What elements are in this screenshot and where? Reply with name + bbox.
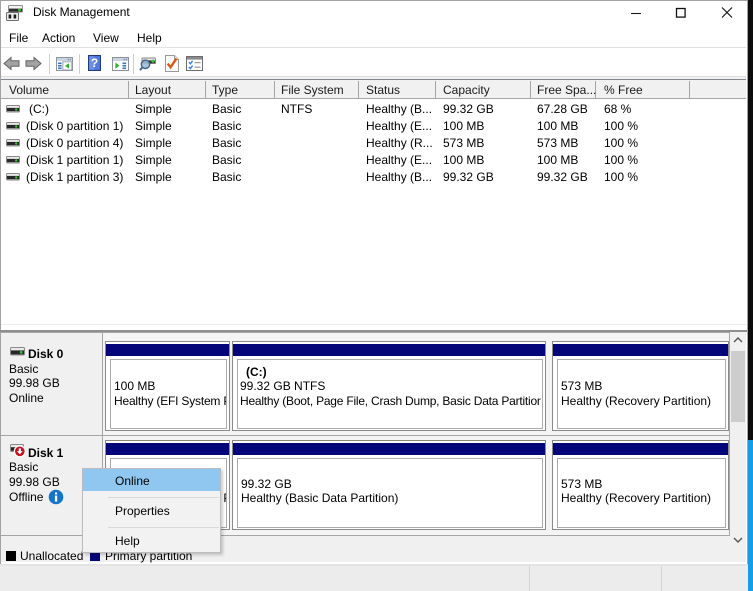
svg-text:?: ? xyxy=(91,56,98,70)
